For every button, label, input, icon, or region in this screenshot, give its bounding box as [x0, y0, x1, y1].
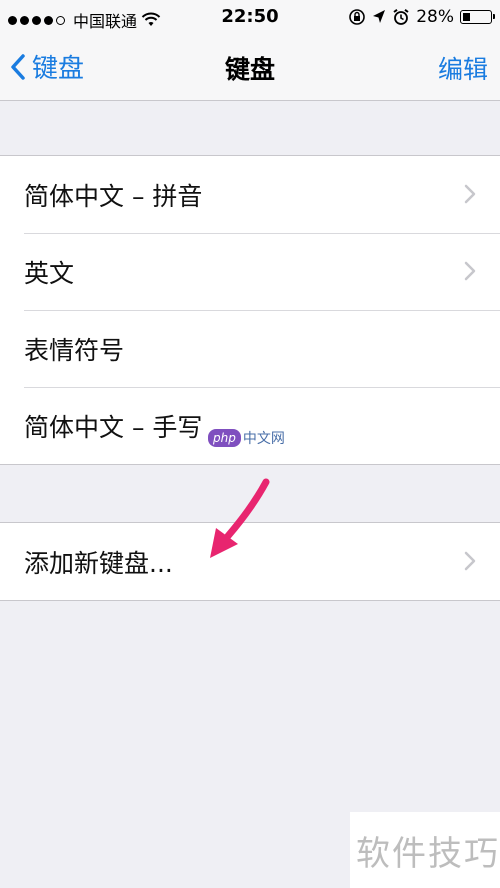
battery-icon: [460, 10, 495, 24]
edit-button[interactable]: 编辑: [438, 50, 488, 86]
list-item-label: 英文: [24, 258, 75, 288]
annotation-arrow-icon: [210, 478, 270, 558]
list-item-emoji[interactable]: 表情符号: [0, 310, 500, 387]
navigation-bar: 键盘 键盘 编辑: [0, 34, 500, 101]
add-keyboard-label: 添加新键盘...: [24, 548, 173, 578]
chevron-right-icon: [464, 261, 476, 281]
php-watermark-badge: php: [208, 429, 241, 447]
alarm-icon: [393, 8, 409, 25]
corner-watermark-text: 软件技巧: [356, 834, 500, 874]
list-item-label: 简体中文 – 手写: [24, 412, 203, 442]
keyboards-list: 简体中文 – 拼音 英文 表情符号 简体中文 – 手写: [0, 155, 500, 465]
battery-fill: [463, 13, 470, 21]
status-right: 28%: [348, 7, 495, 27]
chevron-right-icon: [464, 184, 476, 204]
chevron-right-icon: [464, 551, 476, 571]
list-item-label: 表情符号: [24, 335, 125, 365]
php-watermark-text: 中文网: [242, 431, 285, 447]
back-button-label: 键盘: [32, 54, 85, 84]
list-item-label: 简体中文 – 拼音: [24, 181, 203, 211]
list-item-pinyin[interactable]: 简体中文 – 拼音: [0, 156, 500, 233]
orientation-lock-icon: [349, 9, 366, 25]
list-item-handwriting[interactable]: 简体中文 – 手写: [0, 387, 500, 464]
battery-percent: 28%: [416, 7, 454, 27]
status-bar: 中国联通 22:50 28%: [0, 0, 500, 34]
list-item-english[interactable]: 英文: [0, 233, 500, 310]
corner-watermark: 软件技巧: [350, 812, 500, 888]
back-button[interactable]: 键盘: [10, 48, 84, 85]
back-chevron-icon: [11, 53, 25, 80]
php-watermark: php 中文网: [208, 428, 285, 448]
location-icon: [373, 10, 386, 23]
